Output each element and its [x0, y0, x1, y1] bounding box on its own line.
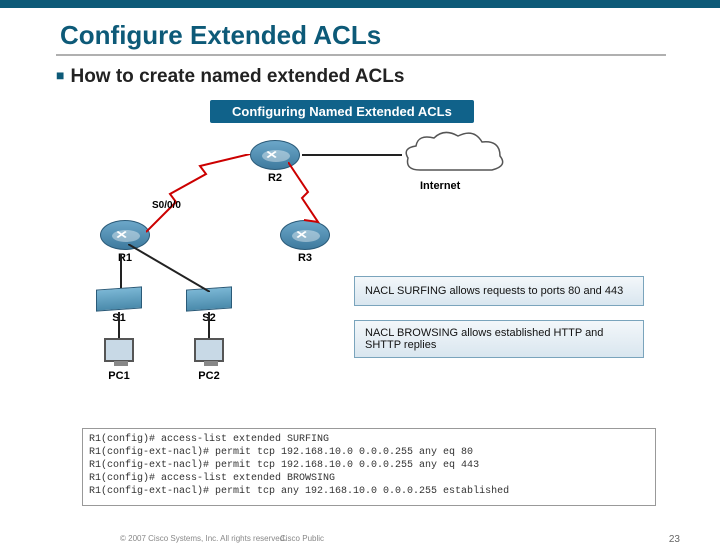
pc1: PC1 — [104, 338, 134, 382]
link-r2-internet — [302, 154, 402, 156]
bullet-line: ■How to create named extended ACLs — [56, 66, 404, 88]
note-surfing: NACL SURFING allows requests to ports 80… — [354, 276, 644, 306]
router-r3: ✕ R3 — [280, 220, 330, 264]
serial-link-r2-r3 — [288, 162, 358, 226]
link-r1-s2 — [128, 244, 210, 292]
cli-line-4: R1(config-ext-nacl)# permit tcp any 192.… — [89, 486, 509, 497]
cli-line-2: R1(config-ext-nacl)# permit tcp 192.168.… — [89, 460, 479, 471]
internet-label: Internet — [420, 180, 460, 192]
link-s2-pc2 — [208, 312, 210, 338]
cli-line-0: R1(config)# access-list extended SURFING — [89, 434, 329, 445]
cli-output: R1(config)# access-list extended SURFING… — [82, 428, 656, 506]
network-diagram: Internet ✕ R2 ✕ R1 ✕ R3 S0/0/0 S1 S2 PC1… — [90, 120, 650, 380]
pc1-label: PC1 — [104, 370, 134, 382]
link-r1-s1 — [120, 254, 122, 288]
r3-label: R3 — [280, 252, 330, 264]
footer-copyright: © 2007 Cisco Systems, Inc. All rights re… — [120, 534, 286, 543]
link-s1-pc1 — [118, 312, 120, 338]
cli-line-1: R1(config-ext-nacl)# permit tcp 192.168.… — [89, 447, 473, 458]
pc2-label: PC2 — [194, 370, 224, 382]
cloud-icon — [400, 130, 510, 180]
title-rule — [56, 54, 666, 56]
serial-link-r1-r2 — [146, 154, 256, 234]
top-bar — [0, 0, 720, 8]
interface-s000: S0/0/0 — [152, 200, 181, 211]
pc2: PC2 — [194, 338, 224, 382]
cli-line-3: R1(config)# access-list extended BROWSIN… — [89, 473, 335, 484]
note-browsing: NACL BROWSING allows established HTTP an… — [354, 320, 644, 358]
page-title: Configure Extended ACLs — [60, 20, 381, 51]
footer-classification: Cisco Public — [280, 534, 324, 543]
bullet-text: How to create named extended ACLs — [70, 66, 404, 87]
